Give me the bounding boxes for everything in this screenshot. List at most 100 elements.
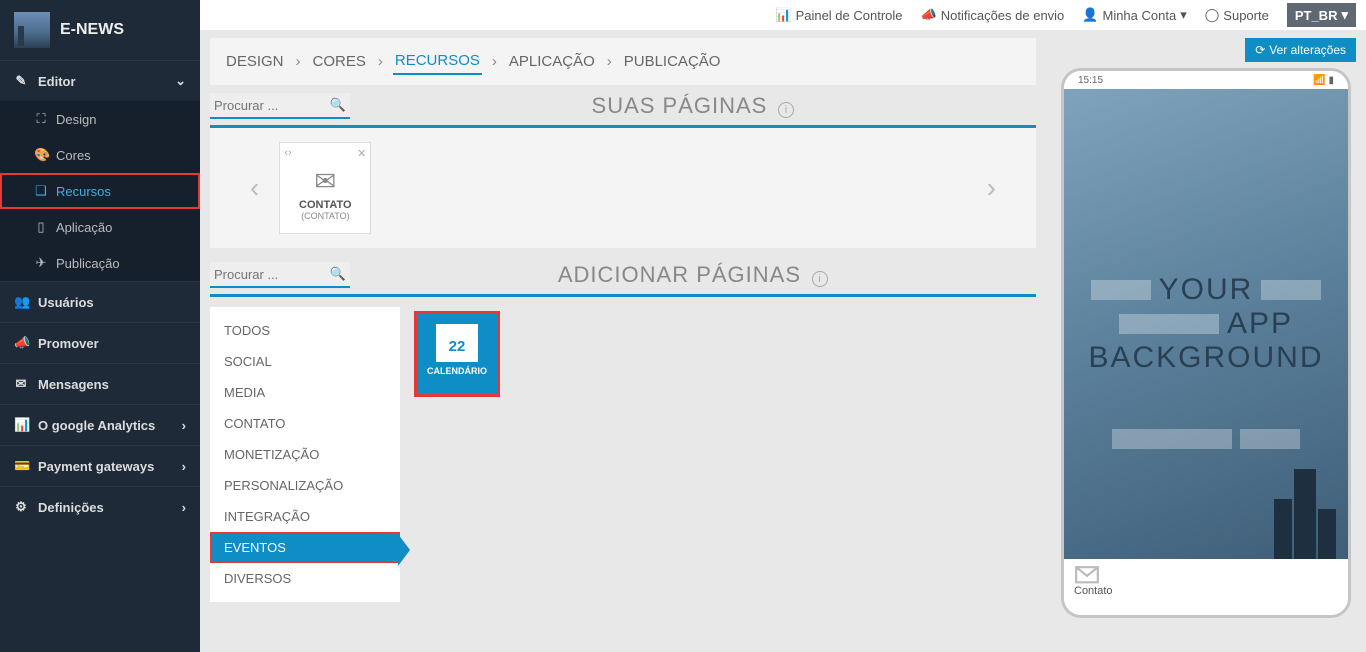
view-changes-label: Ver alterações — [1269, 43, 1346, 57]
chevron-right-icon: › — [296, 53, 301, 70]
preview-text2: APP — [1227, 307, 1293, 341]
nav-painel[interactable]: 📊 Painel de Controle — [775, 7, 902, 23]
cat-contato[interactable]: CONTATO — [210, 408, 400, 439]
chevron-right-icon: › — [182, 418, 186, 433]
sidebar-promover-label: Promover — [38, 336, 99, 351]
nav-painel-label: Painel de Controle — [796, 8, 903, 23]
cat-monetizacao[interactable]: MONETIZAÇÃO — [210, 439, 400, 470]
nav-notif-label: Notificações de envio — [941, 8, 1065, 23]
sidebar-recursos-label: Recursos — [56, 184, 111, 199]
caret-down-icon: ▾ — [1341, 7, 1348, 23]
code-icon[interactable]: ‹› — [284, 147, 291, 160]
preview-text3: BACKGROUND — [1088, 341, 1323, 375]
view-changes-button[interactable]: ⟳ Ver alterações — [1245, 38, 1356, 62]
chevron-right-icon: › — [182, 459, 186, 474]
search-add-pages[interactable]: 🔍 — [210, 262, 350, 288]
refresh-icon: ⟳ — [1255, 43, 1265, 57]
cat-eventos[interactable]: EVENTOS — [210, 532, 400, 563]
sidebar-design[interactable]: ⛶ Design — [0, 101, 200, 137]
cat-integracao[interactable]: INTEGRAÇÃO — [210, 501, 400, 532]
section-title-adicionar: ADICIONAR PÁGINAS i — [350, 262, 1036, 288]
envelope-icon: ✉ — [284, 166, 366, 197]
card-icon: 💳 — [14, 458, 28, 474]
tab-recursos[interactable]: RECURSOS — [393, 48, 482, 75]
brand: E-NEWS — [0, 0, 200, 60]
chevron-right-icon: › — [607, 53, 612, 70]
adicionar-label: ADICIONAR PÁGINAS — [558, 262, 801, 287]
sidebar-mensagens-label: Mensagens — [38, 377, 109, 392]
user-icon: 👤 — [1082, 7, 1098, 23]
sidebar-aplicacao[interactable]: ▯ Aplicação — [0, 209, 200, 245]
nav-conta[interactable]: 👤 Minha Conta ▾ — [1082, 7, 1186, 23]
tab-publicacao[interactable]: PUBLICAÇÃO — [622, 49, 723, 74]
feature-calendario-label: CALENDÁRIO — [421, 366, 493, 376]
lang-label: PT_BR — [1295, 8, 1338, 23]
lifebuoy-icon: ◯ — [1205, 7, 1220, 23]
brand-logo — [14, 12, 50, 48]
chevron-right-icon: › — [492, 53, 497, 70]
page-card-subtitle: (CONTATO) — [284, 211, 366, 221]
phone-time: 15:15 — [1078, 75, 1103, 86]
sidebar-definicoes-label: Definições — [38, 500, 104, 515]
phone-preview: 15:15 📶 ▮ YOUR APP BACKGROUND — [1061, 68, 1351, 618]
search-add-pages-input[interactable] — [214, 267, 330, 282]
signal-icon: 📶 ▮ — [1313, 75, 1334, 86]
nav-suporte[interactable]: ◯ Suporte — [1205, 7, 1269, 23]
chevron-right-icon: › — [182, 500, 186, 515]
nav-notif[interactable]: 📣 Notificações de envio — [921, 7, 1065, 23]
sidebar-mensagens[interactable]: ✉ Mensagens — [0, 363, 200, 404]
category-list: TODOS SOCIAL MEDIA CONTATO MONETIZAÇÃO P… — [210, 307, 400, 602]
page-card-contato[interactable]: ‹› ✕ ✉ CONTATO (CONTATO) — [279, 142, 371, 234]
tab-design[interactable]: DESIGN — [224, 49, 286, 74]
sidebar-editor[interactable]: ✎ Editor ⌄ — [0, 60, 200, 101]
search-icon: 🔍 — [330, 97, 346, 113]
info-icon[interactable]: i — [778, 102, 794, 118]
calendar-day: 22 — [438, 332, 476, 360]
nav-conta-label: Minha Conta — [1102, 8, 1176, 23]
feature-calendario[interactable]: 22 CALENDÁRIO — [414, 311, 500, 397]
sidebar-publicacao[interactable]: ✈ Publicação — [0, 245, 200, 281]
carousel-next[interactable]: › — [977, 162, 1006, 214]
sidebar-promover[interactable]: 📣 Promover — [0, 322, 200, 363]
pencil-icon: ✎ — [14, 73, 28, 89]
caret-down-icon: ▾ — [1180, 7, 1187, 23]
sidebar-publicacao-label: Publicação — [56, 256, 120, 271]
cat-social[interactable]: SOCIAL — [210, 346, 400, 377]
calendar-icon: 22 — [436, 324, 478, 362]
sliders-icon: ⚙ — [14, 499, 28, 515]
bullhorn-icon: 📣 — [921, 7, 937, 23]
cat-todos[interactable]: TODOS — [210, 315, 400, 346]
wizard-tabs: DESIGN › CORES › RECURSOS › APLICAÇÃO › … — [210, 38, 1036, 85]
lang-selector[interactable]: PT_BR ▾ — [1287, 3, 1356, 27]
close-icon[interactable]: ✕ — [357, 147, 366, 160]
cat-media[interactable]: MEDIA — [210, 377, 400, 408]
mobile-icon: ▯ — [34, 219, 48, 235]
chevron-right-icon: › — [378, 53, 383, 70]
section-title-suas-paginas: SUAS PÁGINAS i — [350, 93, 1036, 119]
cat-diversos[interactable]: DIVERSOS — [210, 563, 400, 594]
sidebar-definicoes[interactable]: ⚙ Definições › — [0, 486, 200, 527]
sidebar-cores[interactable]: 🎨 Cores — [0, 137, 200, 173]
envelope-icon — [1074, 565, 1100, 585]
envelope-icon: ✉ — [14, 376, 28, 392]
sidebar-recursos[interactable]: ❑ Recursos — [0, 173, 200, 209]
sidebar-analytics[interactable]: 📊 O google Analytics › — [0, 404, 200, 445]
search-pages[interactable]: 🔍 — [210, 93, 350, 119]
brand-title: E-NEWS — [60, 21, 124, 39]
bullhorn-icon: 📣 — [14, 335, 28, 351]
sidebar-usuarios[interactable]: 👥 Usuários — [0, 281, 200, 322]
sidebar-design-label: Design — [56, 112, 96, 127]
info-icon[interactable]: i — [812, 271, 828, 287]
cat-personalizacao[interactable]: PERSONALIZAÇÃO — [210, 470, 400, 501]
sidebar-analytics-label: O google Analytics — [38, 418, 155, 433]
search-pages-input[interactable] — [214, 98, 330, 113]
tab-cores[interactable]: CORES — [311, 49, 368, 74]
divider — [210, 294, 1036, 297]
sidebar-aplicacao-label: Aplicação — [56, 220, 112, 235]
tab-aplicacao[interactable]: APLICAÇÃO — [507, 49, 597, 74]
sidebar-payment-label: Payment gateways — [38, 459, 154, 474]
suas-paginas-label: SUAS PÁGINAS — [592, 93, 768, 118]
carousel-prev[interactable]: ‹ — [240, 162, 269, 214]
sidebar-payment[interactable]: 💳 Payment gateways › — [0, 445, 200, 486]
dashboard-icon: 📊 — [775, 7, 791, 23]
